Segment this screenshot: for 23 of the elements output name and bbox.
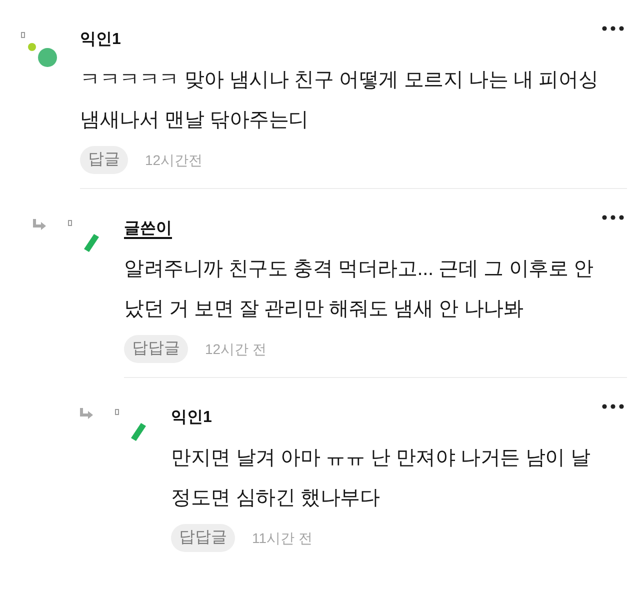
reply-button[interactable]: 답답글 [124,335,188,363]
author-name: 익인1 [171,408,212,428]
reply-arrow-icon [33,219,46,230]
author-name: 익인1 [80,30,121,50]
reply-button[interactable]: 답글 [80,146,128,174]
author-name: 글쓴이 [124,219,172,239]
more-icon[interactable] [602,404,624,409]
more-icon[interactable] [602,215,624,220]
timestamp: 11시간 전 [252,528,312,548]
tiny-rectangle-icon [115,409,119,415]
slash-avatar-icon [84,234,99,252]
timestamp: 12시간 전 [205,340,266,358]
reply-arrow-icon [80,408,93,419]
slash-avatar-icon [131,423,146,441]
timestamp: 12시간전 [145,150,203,170]
comment-text: 만지면 날겨 아마 ㅠㅠ 난 만져야 나거든 남이 날 정도면 심하긴 했나부다 [171,446,592,511]
dots-avatar-icon [28,43,57,67]
comment-text: 알려주니까 친구도 충격 먹더라고... 근데 그 이후로 안 났던 거 보면 잘 관리만 해줘도 냄새 안 나나봐 [124,257,594,322]
comment-text: ㅋㅋㅋㅋㅋ 맞아 냄시나 친구 어떻게 모르지 나는 내 피어싱 냄새나서 맨날 닦아주는디 [80,68,600,133]
tiny-rectangle-icon [68,220,72,226]
reply-button[interactable]: 답답글 [171,524,235,552]
tiny-rectangle-icon [21,32,25,38]
more-icon[interactable] [602,26,624,31]
